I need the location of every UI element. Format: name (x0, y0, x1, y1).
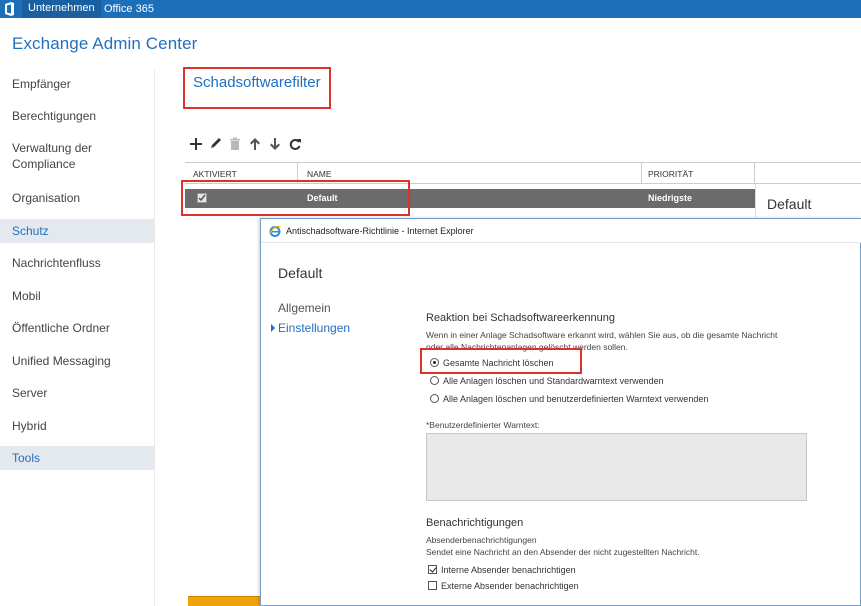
sidebar-divider (154, 70, 155, 606)
sidebar-item-oeffentliche-ordner[interactable]: Öffentliche Ordner (0, 316, 154, 340)
checkbox-label: Externe Absender benachrichtigen (441, 581, 579, 591)
dialog-titlebar[interactable]: Antischadsoftware-Richtlinie - Internet … (261, 219, 861, 243)
policy-dialog: Antischadsoftware-Richtlinie - Internet … (260, 218, 861, 606)
sidebar-item-nachrichtenfluss[interactable]: Nachrichtenfluss (0, 251, 154, 275)
edit-icon[interactable] (209, 136, 223, 152)
dialog-window-title: Antischadsoftware-Richtlinie - Internet … (286, 226, 474, 236)
column-header-aktiviert[interactable]: AKTIVIERT (193, 169, 237, 179)
notifications-description: Sendet eine Nachricht an den Absender de… (426, 547, 700, 557)
internet-explorer-icon (268, 225, 281, 237)
radio-button[interactable] (430, 394, 439, 403)
status-bar-sliver (188, 596, 262, 606)
sidebar-item-schutz[interactable]: Schutz (0, 219, 154, 243)
sidebar-item-compliance[interactable]: Verwaltung der Compliance (0, 138, 110, 172)
nav-tab-office365[interactable]: Office 365 (104, 3, 154, 15)
top-nav-bar: Unternehmen Office 365 (0, 0, 861, 18)
dialog-heading: Default (278, 265, 323, 281)
column-separator (641, 163, 642, 184)
nav-tab-unternehmen[interactable]: Unternehmen (22, 0, 101, 18)
section-title-notifications: Benachrichtigungen (426, 517, 524, 529)
add-icon[interactable] (189, 136, 203, 152)
highlight-box-row (181, 180, 410, 216)
section-title-response: Reaktion bei Schadsoftwareerkennung (426, 312, 615, 324)
column-separator (754, 163, 755, 184)
sidebar-item-tools[interactable]: Tools (0, 446, 154, 470)
dialog-nav-einstellungen[interactable]: Einstellungen (271, 321, 351, 335)
office-logo-icon[interactable] (4, 2, 15, 16)
app-title: Exchange Admin Center (12, 34, 198, 53)
selected-arrow-icon (271, 324, 275, 332)
dialog-nav-einstellungen-label: Einstellungen (278, 321, 351, 335)
column-header-prioritaet[interactable]: PRIORITÄT (648, 169, 693, 179)
custom-text-label: *Benutzerdefinierter Warntext: (426, 420, 540, 430)
arrow-down-icon[interactable] (268, 136, 282, 152)
sidebar-item-organisation[interactable]: Organisation (0, 186, 154, 210)
sidebar-item-mobil[interactable]: Mobil (0, 284, 154, 308)
highlight-box-title (183, 67, 331, 109)
custom-warning-text-input[interactable] (426, 433, 807, 501)
highlight-box-option (420, 348, 582, 374)
sidebar-item-unified-messaging[interactable]: Unified Messaging (0, 349, 154, 373)
radio-label: Alle Anlagen löschen und Standardwarntex… (443, 376, 664, 386)
sidebar-item-server[interactable]: Server (0, 381, 154, 405)
column-header-name[interactable]: NAME (307, 169, 332, 179)
checkbox-label: Interne Absender benachrichtigen (441, 565, 576, 575)
row-priority: Niedrigste (648, 193, 693, 203)
details-title: Default (767, 196, 812, 212)
delete-icon[interactable] (228, 136, 242, 152)
refresh-icon[interactable] (288, 136, 302, 152)
sidebar-item-hybrid[interactable]: Hybrid (0, 414, 154, 438)
arrow-up-icon[interactable] (248, 136, 262, 152)
dialog-nav-allgemein[interactable]: Allgemein (278, 301, 331, 315)
radio-button[interactable] (430, 376, 439, 385)
checkbox[interactable] (428, 565, 437, 574)
notifications-subtitle: Absenderbenachrichtigungen (426, 535, 537, 545)
radio-label: Alle Anlagen löschen und benutzerdefinie… (443, 394, 709, 404)
sidebar-item-empfaenger[interactable]: Empfänger (0, 72, 154, 96)
sidebar: Empfänger Berechtigungen Verwaltung der … (0, 70, 154, 606)
sidebar-item-berechtigungen[interactable]: Berechtigungen (0, 104, 154, 128)
checkbox[interactable] (428, 581, 437, 590)
